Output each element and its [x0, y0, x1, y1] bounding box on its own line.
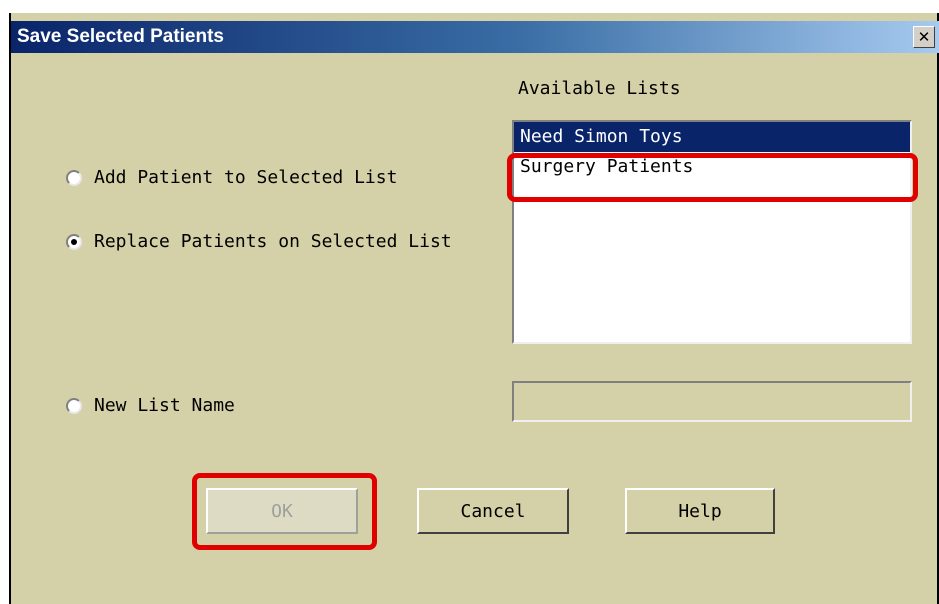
close-icon: ✕ [917, 27, 931, 46]
dialog-title: Save Selected Patients [17, 26, 224, 47]
radio-new-list-name[interactable]: New List Name [66, 395, 235, 416]
available-lists-heading: Available Lists [518, 78, 681, 99]
cancel-button[interactable]: Cancel [417, 488, 569, 534]
title-bar[interactable]: Save Selected Patients ✕ [11, 21, 939, 53]
available-lists-listbox[interactable]: Need Simon Toys Surgery Patients [512, 120, 912, 344]
list-item-need-simon-toys[interactable]: Need Simon Toys [514, 122, 910, 152]
radio-new-label[interactable]: New List Name [94, 395, 235, 416]
radio-new-indicator[interactable] [66, 397, 82, 414]
radio-replace-label[interactable]: Replace Patients on Selected List [94, 231, 452, 252]
radio-replace-on-selected[interactable]: Replace Patients on Selected List [66, 231, 452, 252]
radio-add-indicator[interactable] [66, 169, 82, 186]
radio-replace-indicator[interactable] [66, 233, 82, 250]
radio-add-to-selected[interactable]: Add Patient to Selected List [66, 167, 397, 188]
ok-button[interactable]: OK [206, 488, 358, 534]
help-button[interactable]: Help [625, 488, 775, 534]
radio-add-label[interactable]: Add Patient to Selected List [94, 167, 397, 188]
new-list-name-input[interactable] [512, 381, 912, 422]
close-button[interactable]: ✕ [913, 26, 935, 48]
list-item-surgery-patients[interactable]: Surgery Patients [514, 152, 910, 182]
